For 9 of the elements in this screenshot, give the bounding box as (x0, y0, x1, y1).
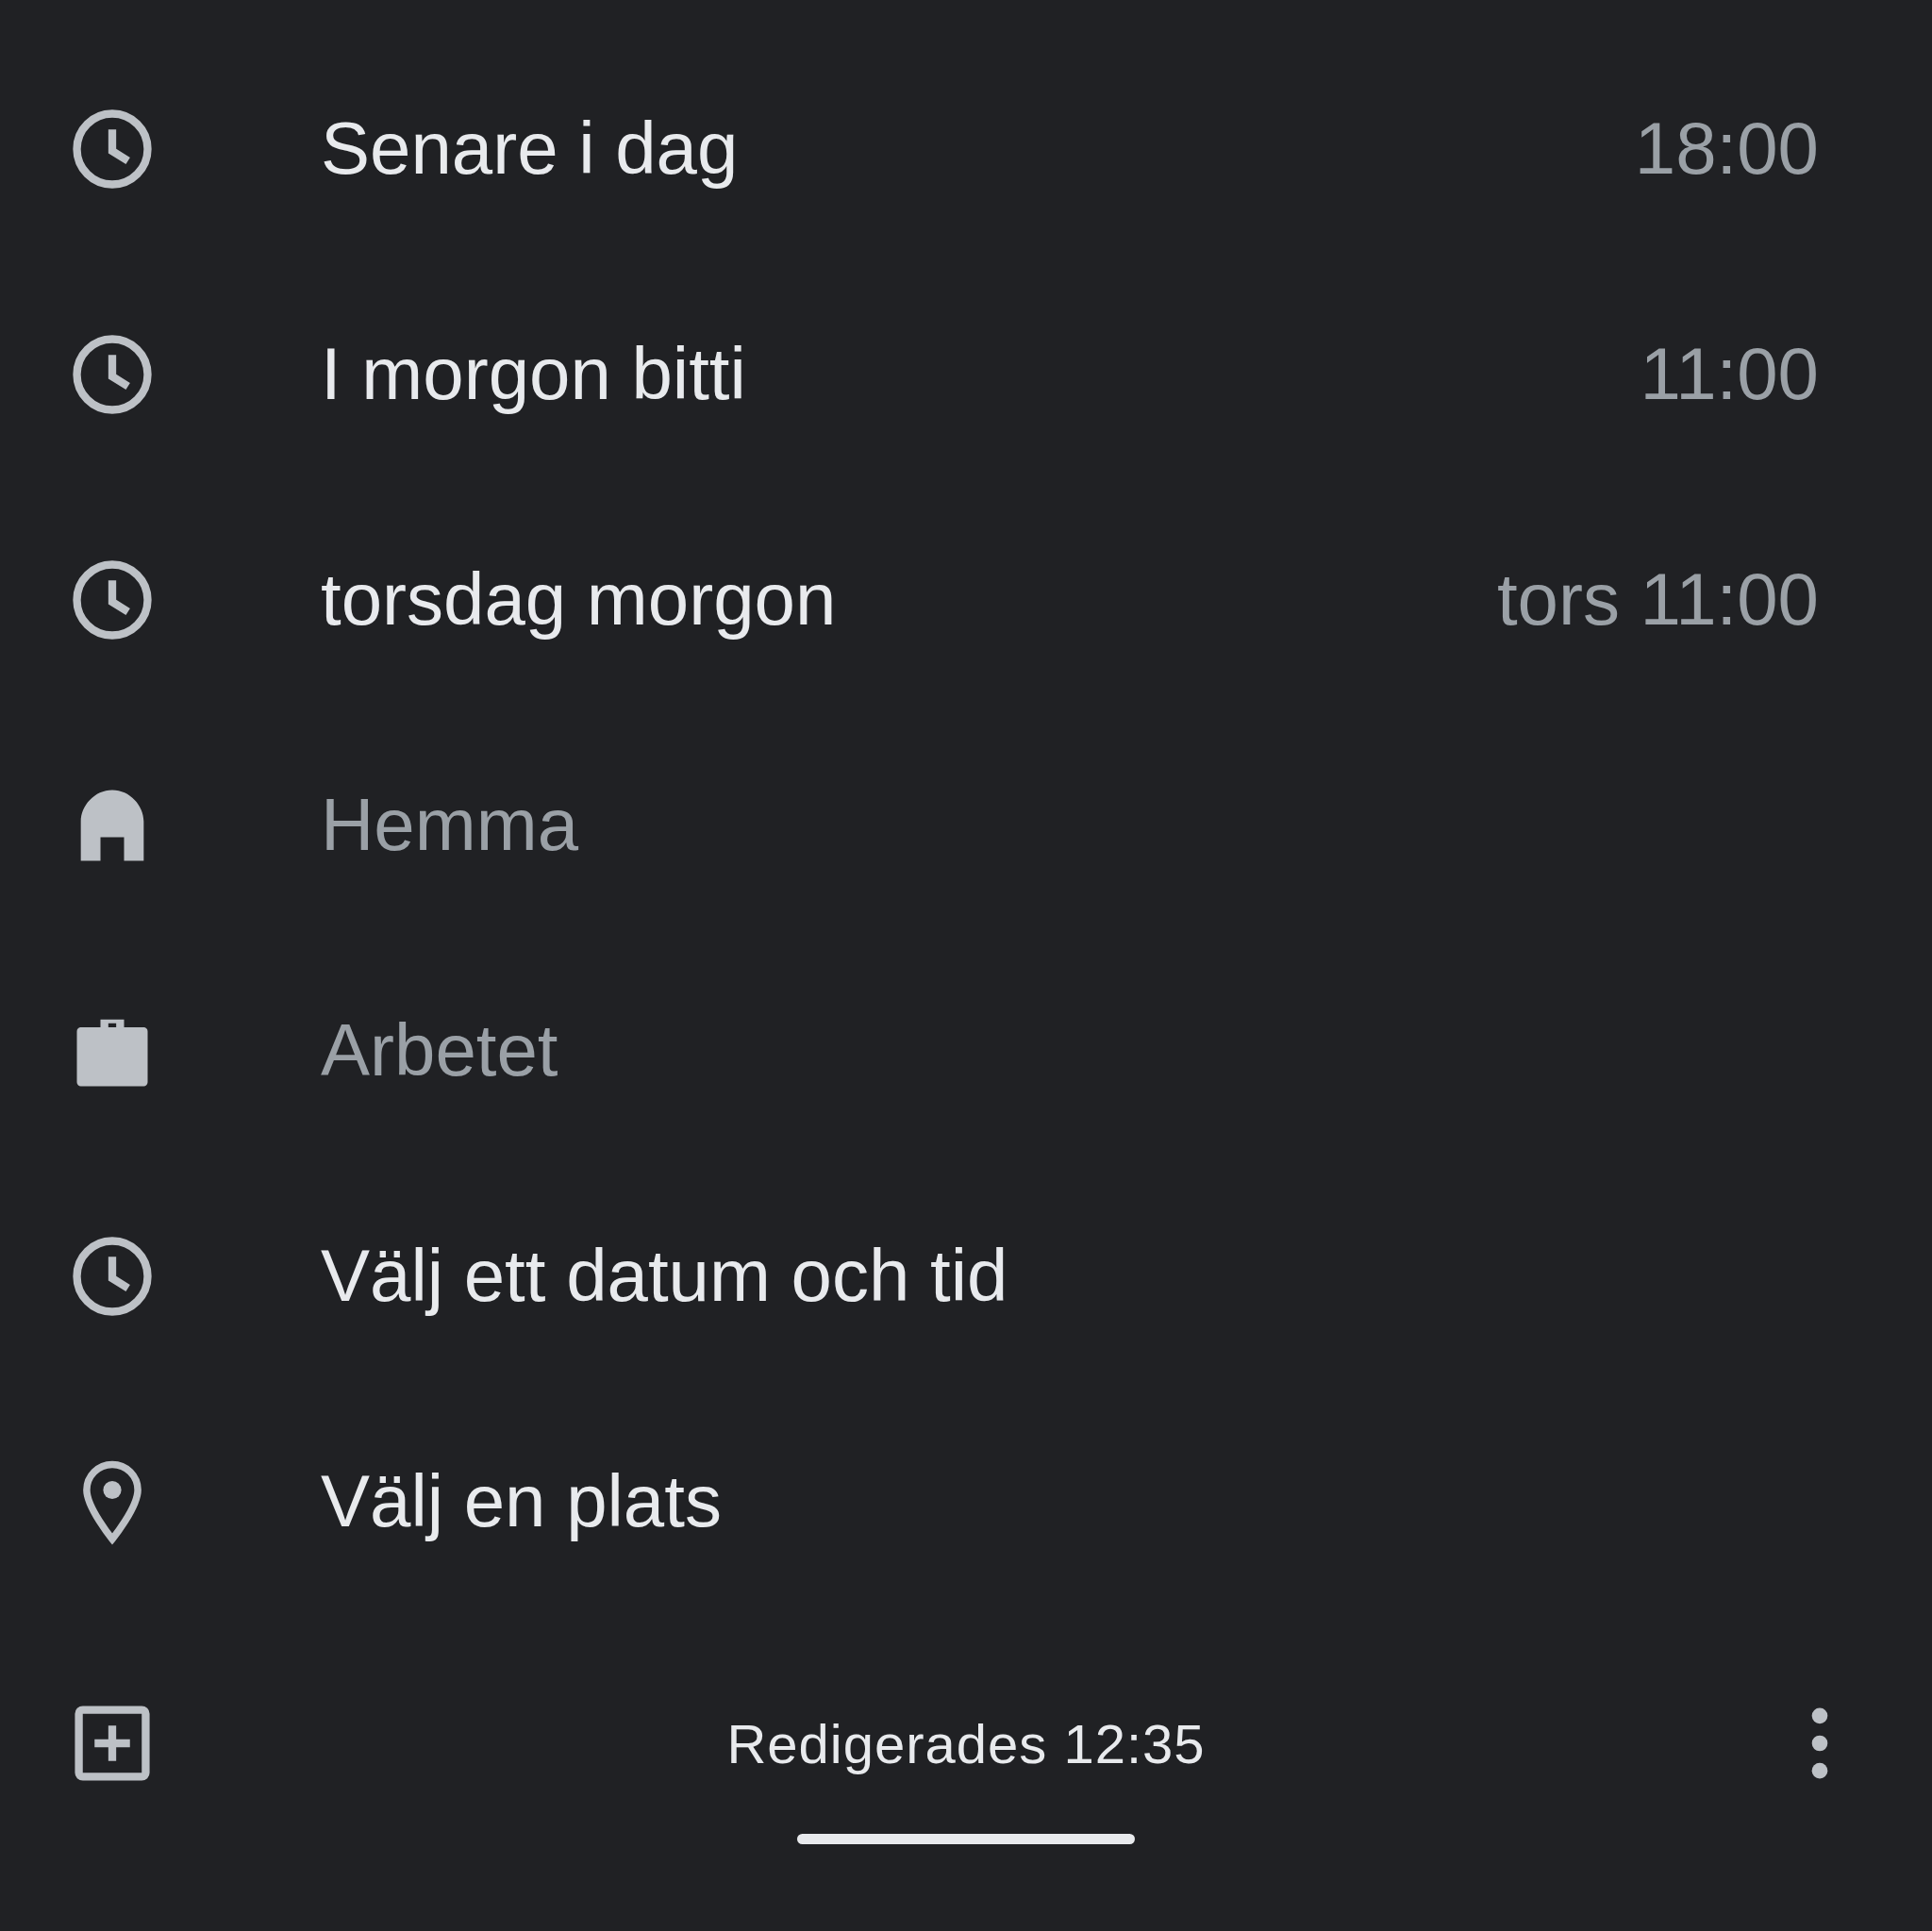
option-label[interactable]: torsdag morgon (321, 557, 1497, 642)
edited-status: Redigerades 12:35 (726, 1711, 1206, 1775)
time-text: tors 11:00 (1496, 557, 1819, 642)
option-label[interactable]: Välj ett datum och tid (321, 1233, 1819, 1319)
option-label[interactable]: Välj en plats (321, 1458, 1819, 1544)
time-text: 18:00 (1634, 106, 1819, 191)
option-label[interactable]: I morgon bitti (321, 331, 1641, 417)
option-label[interactable]: Senare i dag (321, 106, 1635, 191)
time-text: 11:00 (1640, 331, 1819, 417)
